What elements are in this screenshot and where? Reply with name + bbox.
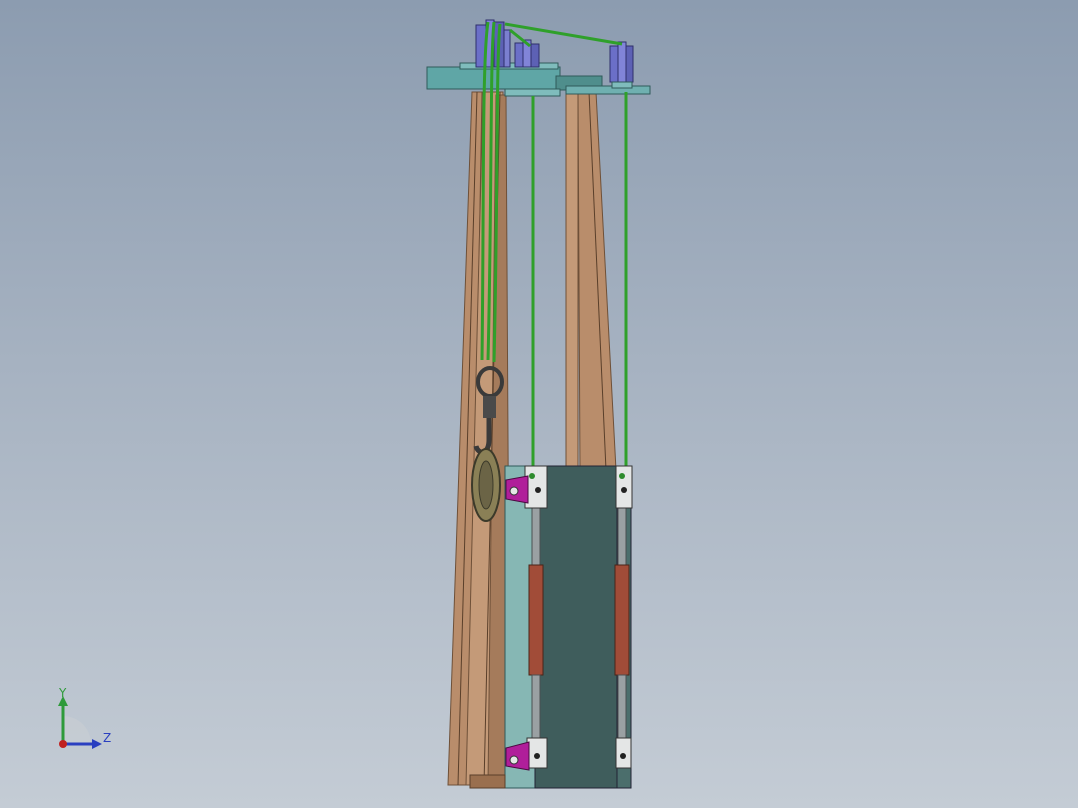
right-mast-front-board bbox=[565, 91, 579, 473]
triad-graphic bbox=[58, 696, 102, 749]
triad-z-label: Z bbox=[103, 731, 112, 745]
cylinder-left-rod-top bbox=[531, 504, 541, 566]
cylinder-right-rod-bottom bbox=[617, 674, 627, 741]
cylinder-left-body bbox=[528, 564, 544, 676]
triad-z-arrow bbox=[92, 739, 102, 749]
top-plate-right bbox=[565, 85, 651, 95]
lower-sheave-block-inner bbox=[478, 460, 494, 510]
cylinder-right-body bbox=[614, 564, 630, 676]
sheave-right-top[interactable] bbox=[609, 41, 634, 89]
cad-model-scene[interactable] bbox=[0, 0, 1078, 808]
cylinder-left-rod-bottom bbox=[531, 674, 541, 741]
clamp-bottom-right bbox=[615, 737, 632, 769]
right-wooden-mast[interactable] bbox=[565, 91, 617, 473]
left-wooden-mast[interactable] bbox=[447, 91, 511, 786]
triad-x-axis bbox=[59, 740, 67, 748]
graphics-viewport[interactable]: Y Z bbox=[0, 0, 1078, 808]
cylinder-right-rod-top bbox=[617, 504, 627, 566]
cabin-base-board bbox=[469, 774, 506, 789]
hook-swivel bbox=[483, 396, 496, 418]
top-plate-bracket bbox=[504, 88, 561, 97]
orientation-triad: Y Z bbox=[44, 684, 124, 754]
triad-y-label: Y bbox=[59, 686, 67, 700]
triad-quadrant bbox=[63, 716, 91, 744]
